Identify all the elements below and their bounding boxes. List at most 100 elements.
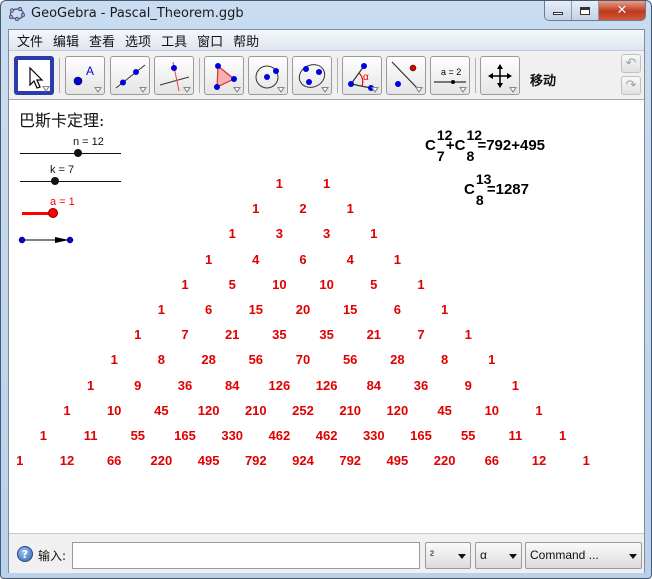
pascal-entry: 165 (174, 428, 196, 443)
command-input[interactable] (72, 542, 420, 569)
close-button[interactable]: ✕ (599, 1, 645, 20)
toolbar-separator (475, 58, 476, 93)
active-tool-label: 移动 (530, 74, 557, 89)
pascal-entry: 330 (221, 428, 244, 443)
undo-button[interactable]: ↶ (621, 54, 641, 73)
redo-button[interactable]: ↷ (621, 76, 641, 95)
slider-a-label: a = 1 (50, 196, 75, 208)
slider-tool-button[interactable]: a = 2 (430, 56, 470, 95)
pascal-entry: 70 (295, 352, 311, 368)
perpendicular-tool-button[interactable] (154, 56, 194, 95)
pascal-entry: 4 (252, 251, 260, 267)
pascal-entry: 330 (362, 428, 385, 443)
chevron-down-icon (629, 554, 637, 559)
conic-tool-button[interactable] (292, 56, 332, 95)
pascal-entry: 55 (130, 428, 146, 443)
dropdown-indicator (459, 87, 467, 93)
geogebra-logo-icon (9, 7, 25, 21)
pascal-entry: 84 (366, 377, 382, 393)
pascal-entry: 84 (224, 377, 240, 393)
menu-edit[interactable]: 编辑 (48, 31, 84, 50)
pascal-entry: 36 (413, 377, 429, 393)
pascal-entry: 1 (39, 428, 48, 443)
menu-file[interactable]: 文件 (12, 31, 48, 50)
pascal-entry: 210 (339, 402, 362, 418)
pascal-entry: 15 (248, 302, 264, 317)
maximize-button[interactable] (572, 1, 599, 20)
svg-text:a = 2: a = 2 (441, 67, 461, 77)
pascal-entry: 12 (59, 453, 75, 469)
pascal-entry: 126 (315, 377, 338, 393)
pascal-entry: 5 (370, 276, 378, 292)
slider-k-knob[interactable] (51, 177, 59, 185)
slider-k-track[interactable] (20, 181, 121, 182)
toolbar-separator (59, 58, 60, 93)
line-tool-button[interactable] (110, 56, 150, 95)
svg-text:A: A (86, 64, 94, 78)
pascal-entry: 21 (224, 327, 240, 343)
vector-arrow[interactable] (17, 233, 77, 247)
svg-text:α: α (363, 72, 369, 83)
client-area: 文件 编辑 查看 选项 工具 窗口 帮助 A α a = 2 移动 ↶ ↷ 巴斯… (8, 29, 645, 573)
pascal-entry: 1 (511, 377, 520, 393)
pascal-entry: 210 (244, 402, 267, 418)
point-tool-button[interactable]: A (65, 56, 105, 95)
pascal-entry: 10 (106, 402, 122, 418)
pascal-entry: 12 (531, 453, 547, 469)
pascal-entry: 1 (157, 302, 166, 317)
pascal-entry: 165 (410, 428, 432, 443)
move-graphics-tool-button[interactable] (480, 56, 520, 95)
pascal-entry: 4 (346, 251, 354, 267)
pascal-entry: 1 (346, 201, 354, 217)
menu-window[interactable]: 窗口 (192, 31, 228, 50)
minimize-button[interactable] (545, 1, 572, 20)
pascal-entry: 1 (393, 251, 402, 267)
menu-help[interactable]: 帮助 (228, 31, 264, 50)
pascal-entry: 45 (437, 402, 452, 418)
slider-a-knob[interactable] (48, 208, 58, 218)
pascal-entry: 1 (417, 276, 425, 292)
polygon-tool-button[interactable] (204, 56, 244, 95)
slider-n-track[interactable] (20, 153, 121, 154)
move-tool-button[interactable] (14, 56, 54, 95)
menu-bar: 文件 编辑 查看 选项 工具 窗口 帮助 (9, 30, 644, 51)
pascal-entry: 220 (150, 453, 173, 469)
circle-tool-button[interactable] (248, 56, 288, 95)
menu-view[interactable]: 查看 (84, 31, 120, 50)
pascal-entry: 5 (228, 276, 236, 292)
app-window: GeoGebra - Pascal_Theorem.ggb ✕ 文件 编辑 查看… (0, 0, 652, 579)
pascal-entry: 3 (275, 226, 284, 242)
pascal-entry: 10 (272, 276, 287, 292)
pascal-entry: 1 (488, 352, 496, 368)
slider-n-knob[interactable] (74, 149, 82, 157)
pascal-entry: 35 (319, 327, 334, 343)
help-icon[interactable]: ? (17, 546, 33, 562)
graphics-view[interactable]: 巴斯卡定理: n = 12 k = 7 a = 1 C127+C128 (9, 101, 644, 533)
menu-tools[interactable]: 工具 (156, 31, 192, 50)
angle-tool-button[interactable]: α (342, 56, 382, 95)
input-label: 输入: (38, 549, 67, 563)
result-formula: C 13 8 =1287 (464, 171, 529, 208)
pascal-entry: 462 (268, 428, 291, 443)
pascal-entry: 1 (275, 176, 284, 191)
pascal-entry: 10 (484, 402, 500, 418)
greek-letter-dropdown[interactable]: α (475, 542, 522, 569)
command-dropdown[interactable]: Command ... (525, 542, 642, 569)
pascal-entry: 6 (299, 251, 307, 267)
dropdown-indicator (371, 87, 379, 93)
pascal-entry: 11 (83, 428, 98, 443)
dropdown-indicator (509, 87, 517, 93)
reflect-tool-button[interactable] (386, 56, 426, 95)
superscript-dropdown[interactable]: ² (425, 542, 471, 569)
pascal-entry: 55 (460, 428, 476, 443)
menu-options[interactable]: 选项 (120, 31, 156, 50)
pascal-entry: 792 (244, 453, 267, 469)
chevron-down-icon (509, 554, 517, 559)
pascal-entry: 1 (86, 377, 95, 393)
pascal-entry: 1 (558, 428, 567, 443)
pascal-entry: 56 (342, 352, 358, 368)
dropdown-indicator (233, 87, 241, 93)
pascal-entry: 1 (181, 276, 189, 292)
identity-formula: C 12 7 +C 12 8 =792+495 (425, 127, 546, 164)
title-bar[interactable]: GeoGebra - Pascal_Theorem.ggb ✕ (1, 1, 651, 29)
